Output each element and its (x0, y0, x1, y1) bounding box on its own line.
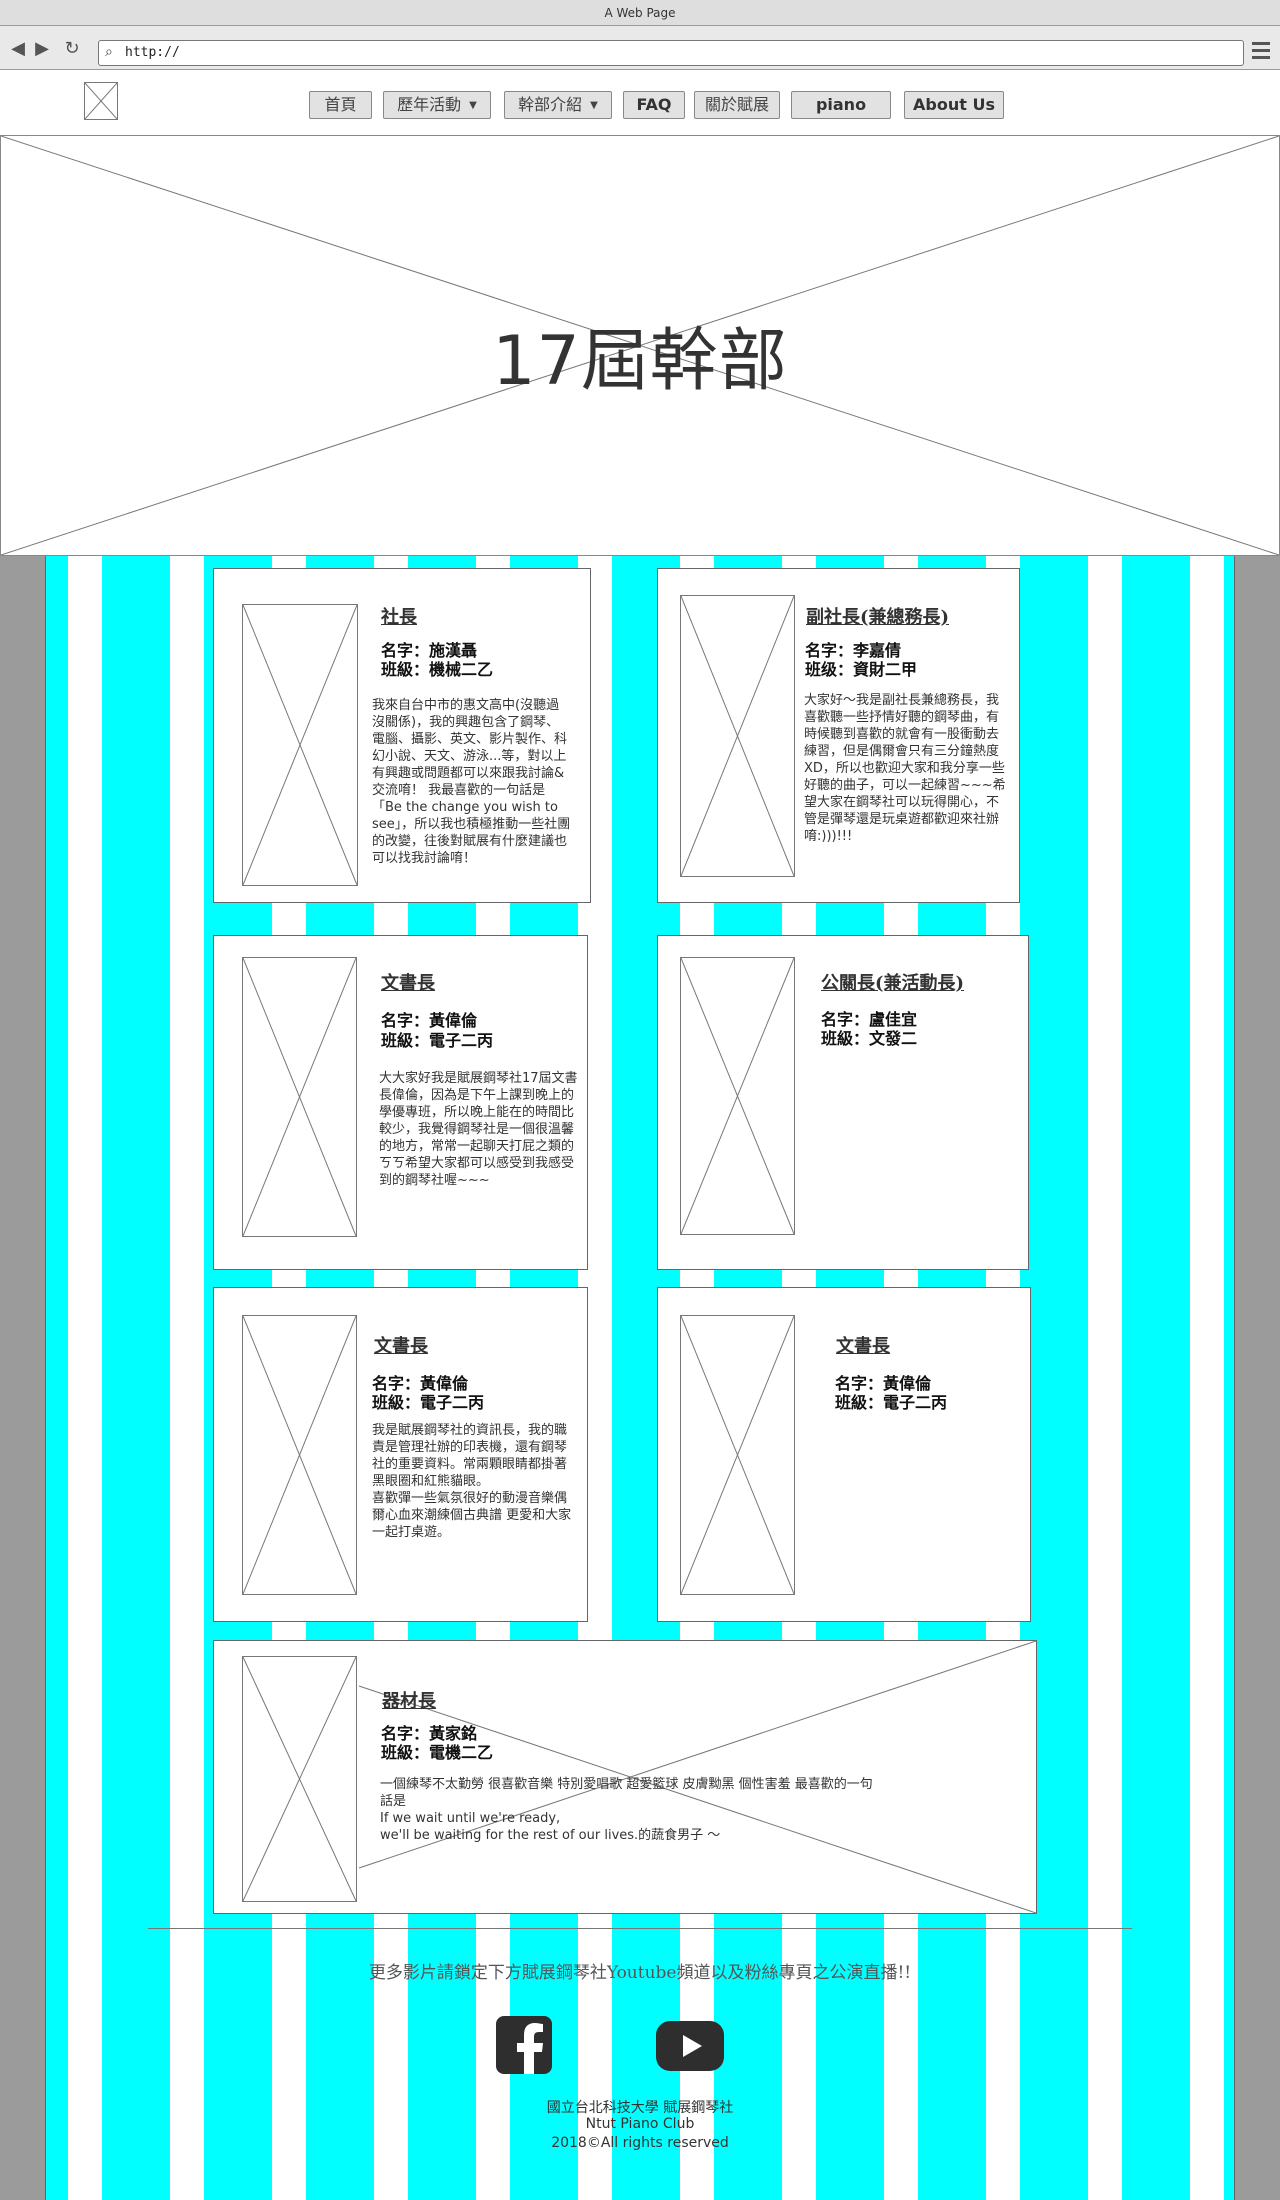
hero-title: 17屆幹部 (492, 322, 788, 401)
nav-about-us[interactable]: About Us (904, 91, 1004, 119)
left-gutter (0, 556, 46, 2200)
officer-role: 文書長 (381, 973, 435, 994)
officer-role: 公關長(兼活動長) (821, 973, 965, 994)
officer-class: 班級：電子二丙 (835, 1393, 948, 1412)
window-title: A Web Page (0, 0, 1280, 26)
reload-icon[interactable]: ↻ (62, 40, 82, 58)
nav-piano[interactable]: piano (791, 91, 891, 119)
officer-name: 名字：施漢聶 (381, 641, 478, 660)
footer-copyright: 2018©All rights reserved (551, 2135, 729, 2151)
officer-name: 名字：黃偉倫 (372, 1374, 469, 1393)
officer-photo-placeholder (242, 1315, 357, 1595)
officer-role: 社長 (381, 607, 417, 628)
footer-divider (148, 1928, 1132, 1929)
officer-class: 班級：電子二丙 (372, 1393, 485, 1412)
nav-about-club[interactable]: 關於賦展 (694, 91, 780, 119)
nav-home[interactable]: 首頁 (309, 91, 372, 119)
officer-name: 名字：李嘉倩 (805, 641, 902, 660)
officer-description: 大家好～我是副社長兼總務長，我喜歡聽一些抒情好聽的鋼琴曲，有時候聽到喜歡的就會有… (804, 693, 1006, 844)
url-text: http:// (125, 45, 180, 60)
youtube-icon[interactable] (656, 2021, 724, 2071)
officer-role: 器材長 (382, 1691, 436, 1712)
facebook-icon[interactable] (496, 2016, 552, 2074)
officer-photo-placeholder (680, 595, 795, 877)
officer-description: 一個練琴不太勤勞 很喜歡音樂 特別愛唱歌 超愛籃球 皮膚黝黑 個性害羞 最喜歡的… (380, 1777, 873, 1843)
officer-name: 名字：黃偉倫 (381, 1011, 478, 1030)
forward-icon[interactable]: ▶ (32, 40, 52, 58)
officer-description: 我來自台中市的惠文高中(沒聽過沒關係)，我的興趣包含了鋼琴、電腦、攝影、英文、影… (372, 698, 571, 866)
search-icon: ⌕ (105, 44, 113, 60)
officer-photo-placeholder (680, 1315, 795, 1595)
officer-class: 班級：電子二丙 (381, 1031, 494, 1050)
caret-down-icon: ▼ (469, 99, 477, 111)
nav-officers-dropdown[interactable]: 幹部介紹 ▼ (504, 91, 612, 119)
officer-role: 文書長 (836, 1336, 890, 1357)
right-gutter (1234, 556, 1280, 2200)
officer-class: 班級：文發二 (821, 1029, 918, 1048)
logo-placeholder-image[interactable] (84, 82, 118, 120)
officer-photo-placeholder (242, 604, 358, 886)
hamburger-menu-icon[interactable] (1252, 42, 1270, 60)
footer-credit-school: 國立台北科技大學 賦展鋼琴社 (546, 2100, 734, 2116)
footer-promo-text: 更多影片請鎖定下方賦展鋼琴社Youtube頻道以及粉絲專頁之公演直播!! (368, 1963, 912, 1983)
officer-photo-placeholder (242, 1656, 357, 1902)
officer-role: 副社長(兼總務長) (806, 607, 950, 628)
officer-class: 班级：資財二甲 (805, 660, 918, 679)
footer-credit-club: Ntut Piano Club (585, 2116, 695, 2132)
officer-description: 大大家好我是賦展鋼琴社17屆文書長偉倫，因為是下午上課到晚上的學優專班，所以晚上… (379, 1071, 578, 1188)
officer-class: 班級：機械二乙 (381, 660, 494, 679)
officer-photo-placeholder (242, 957, 357, 1237)
officer-photo-placeholder (680, 957, 795, 1235)
nav-faq[interactable]: FAQ (623, 91, 685, 119)
nav-events-dropdown[interactable]: 歷年活動 ▼ (383, 91, 491, 119)
back-icon[interactable]: ◀ (8, 40, 28, 58)
officer-description: 我是賦展鋼琴社的資訊長，我的職責是管理社辦的印表機，還有鋼琴社的重要資料。常兩顆… (372, 1423, 572, 1540)
officer-name: 名字：黃偉倫 (835, 1374, 932, 1393)
caret-down-icon: ▼ (590, 99, 598, 111)
officer-name: 名字：盧佳宜 (821, 1010, 918, 1029)
officer-name: 名字：黃家銘 (381, 1724, 478, 1743)
officer-class: 班級：電機二乙 (381, 1743, 494, 1762)
striped-background (0, 556, 1280, 2200)
officer-role: 文書長 (374, 1336, 428, 1357)
address-bar[interactable]: ⌕ http:// (98, 40, 1244, 66)
